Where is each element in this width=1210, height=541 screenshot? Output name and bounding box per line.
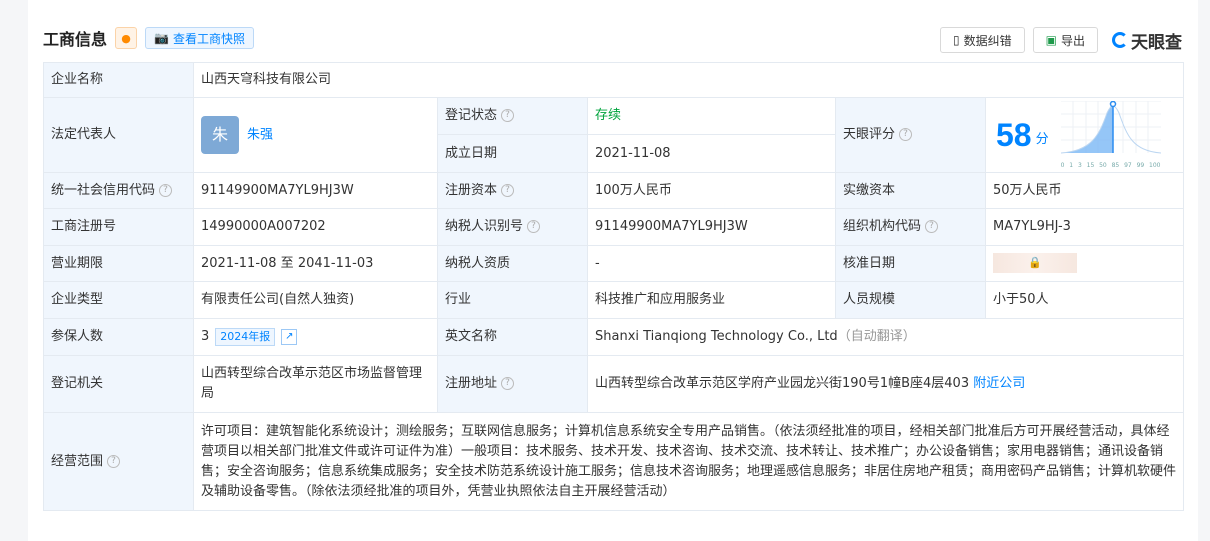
help-icon[interactable]: ? bbox=[501, 109, 515, 122]
chart-ticks: 0 1 3 15 50 85 97 99 100 bbox=[1060, 162, 1161, 169]
excel-icon: ▣ bbox=[1045, 33, 1057, 47]
authority-label: 登记机关 bbox=[43, 355, 194, 413]
toolbar: ▯ 数据纠错 ▣ 导出 天眼查 bbox=[940, 27, 1182, 53]
help-icon[interactable]: ? bbox=[107, 454, 121, 468]
status-value: 存续 bbox=[587, 97, 836, 135]
help-icon[interactable]: ? bbox=[159, 183, 173, 197]
business-scope: 许可项目：建筑智能化系统设计；测绘服务；互联网信息服务；计算机信息系统安全专用产… bbox=[192, 412, 1185, 511]
industry-label: 行业 bbox=[437, 281, 588, 319]
reg-no-label: 工商注册号 bbox=[43, 208, 194, 246]
nearby-companies-link[interactable]: 附近公司 bbox=[973, 376, 1025, 391]
english-name: Shanxi Tianqiong Technology Co., Ltd bbox=[595, 329, 838, 344]
score-distribution-chart bbox=[1060, 100, 1161, 154]
company-name-label: 企业名称 bbox=[43, 62, 194, 98]
org-code-label: 组织机构代码 bbox=[843, 219, 922, 234]
credit-code: 91149900MA7YL9HJ3W bbox=[193, 172, 438, 209]
term-label: 营业期限 bbox=[43, 245, 194, 282]
score-marker bbox=[1109, 100, 1116, 108]
section-title: 工商信息 bbox=[43, 30, 108, 49]
legal-rep-cell: 朱朱强 bbox=[193, 97, 438, 173]
type-label: 企业类型 bbox=[43, 281, 194, 319]
help-icon[interactable]: ? bbox=[501, 183, 515, 197]
score-label: 天眼评分 bbox=[843, 127, 896, 142]
avatar: 朱 bbox=[201, 116, 239, 154]
score-unit: 分 bbox=[1035, 132, 1049, 147]
taxpayer-id: 91149900MA7YL9HJ3W bbox=[587, 208, 836, 246]
authority: 山西转型综合改革示范区市场监督管理局 bbox=[193, 355, 438, 413]
approval-date-label: 核准日期 bbox=[835, 245, 986, 282]
english-label: 英文名称 bbox=[437, 318, 588, 356]
auto-translate-note: （自动翻译） bbox=[837, 329, 916, 344]
reg-no: 14990000A007202 bbox=[193, 208, 438, 246]
taxpayer-qual-label: 纳税人资质 bbox=[437, 245, 588, 282]
credit-code-label: 统一社会信用代码 bbox=[51, 182, 156, 198]
founded-value: 2021-11-08 bbox=[587, 134, 836, 173]
data-correction-button[interactable]: ▯ 数据纠错 bbox=[940, 27, 1025, 53]
staff: 小于50人 bbox=[984, 281, 1185, 319]
status-label: 登记状态 bbox=[445, 108, 498, 123]
address-label: 注册地址 bbox=[445, 376, 498, 391]
reg-capital: 100万人民币 bbox=[587, 172, 836, 209]
view-snapshot-button[interactable]: 📷 查看工商快照 bbox=[145, 27, 254, 49]
insured-label: 参保人数 bbox=[43, 318, 194, 356]
section-header: 工商信息 ● 📷 查看工商快照 bbox=[43, 26, 254, 50]
help-icon[interactable]: ? bbox=[899, 128, 913, 141]
score-cell[interactable]: 58 分 0 1 3 15 50 85 97 99 100 bbox=[984, 97, 1185, 173]
term: 2021-11-08 至 2041-11-03 bbox=[193, 245, 438, 282]
annual-report-badge[interactable]: 2024年报 bbox=[215, 328, 276, 346]
help-icon[interactable]: ? bbox=[527, 220, 541, 233]
paid-capital: 50万人民币 bbox=[984, 172, 1185, 209]
org-code: MA7YL9HJ-3 bbox=[984, 208, 1185, 246]
taxpayer-id-label: 纳税人识别号 bbox=[445, 219, 524, 234]
address: 山西转型综合改革示范区学府产业园龙兴街190号1幢B座4层403 bbox=[595, 376, 970, 391]
staff-label: 人员规模 bbox=[835, 281, 986, 319]
help-icon[interactable]: ? bbox=[501, 377, 515, 390]
type: 有限责任公司(自然人独资) bbox=[193, 281, 438, 319]
company-name: 山西天穹科技有限公司 bbox=[192, 62, 1185, 98]
insured-count: 3 bbox=[201, 329, 210, 344]
taxpayer-qual: - bbox=[587, 245, 836, 282]
business-info-card: 工商信息 ● 📷 查看工商快照 ▯ 数据纠错 ▣ 导出 天眼查 企业名称 山西天穹科技有… bbox=[28, 0, 1198, 541]
legal-rep-link[interactable]: 朱强 bbox=[247, 128, 273, 143]
camera-icon: 📷 bbox=[154, 31, 169, 45]
business-info-table: 企业名称 山西天穹科技有限公司 法定代表人 朱朱强 登记状态? 存续 天眼评分? … bbox=[43, 62, 1185, 511]
legal-rep-label: 法定代表人 bbox=[43, 97, 194, 173]
industry: 科技推广和应用服务业 bbox=[587, 281, 836, 319]
document-icon: ▯ bbox=[953, 33, 960, 47]
export-button[interactable]: ▣ 导出 bbox=[1032, 27, 1098, 53]
paid-capital-label: 实缴资本 bbox=[835, 172, 986, 209]
help-icon[interactable]: ? bbox=[925, 220, 939, 233]
reg-capital-label: 注册资本 bbox=[445, 182, 498, 198]
scope-label: 经营范围 bbox=[51, 453, 104, 469]
bell-icon[interactable]: ● bbox=[115, 27, 138, 49]
trend-chart-icon[interactable]: ↗ bbox=[281, 328, 298, 345]
tianyancha-logo: 天眼查 bbox=[1112, 28, 1182, 53]
founded-label: 成立日期 bbox=[437, 134, 588, 173]
score-value: 58 bbox=[996, 117, 1032, 153]
lock-icon[interactable]: 🔒 bbox=[993, 253, 1077, 274]
